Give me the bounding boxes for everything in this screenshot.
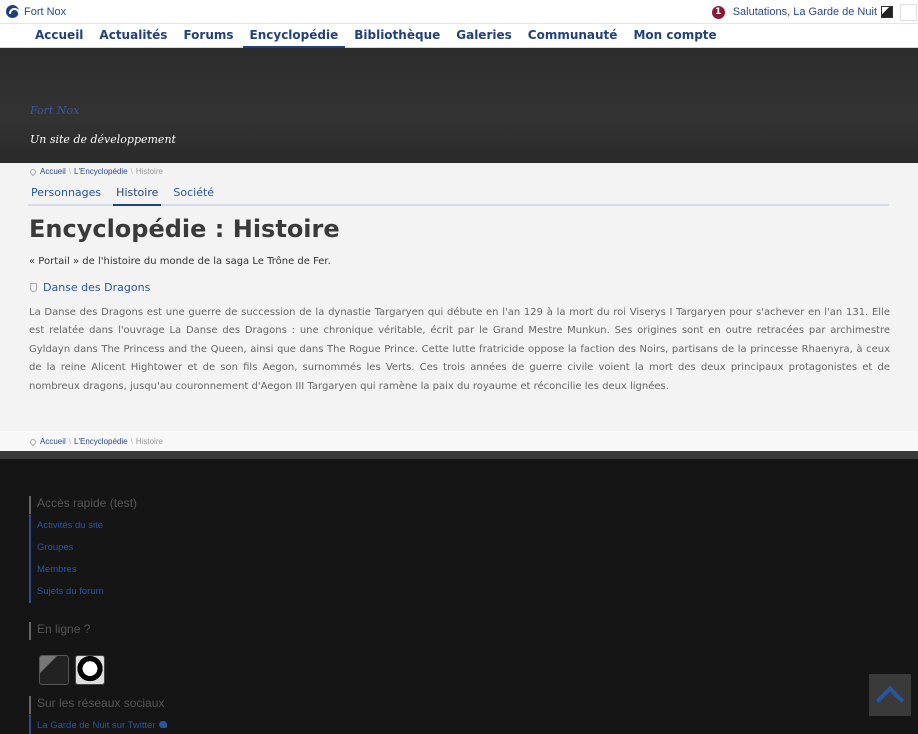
social-title: Sur les réseaux sociaux [37, 696, 165, 710]
dashboard-icon [6, 5, 20, 18]
link-site-activity[interactable]: Activités du site [37, 515, 104, 537]
nav-item-encyclopedie[interactable]: Encyclopédie [242, 24, 346, 48]
breadcrumb-separator: \ [130, 437, 133, 446]
bottom-breadcrumb-bar: Accueil \ L'Encyclopédie \ Histoire [0, 431, 918, 451]
online-users [39, 655, 111, 685]
online-widget: En ligne ? [29, 622, 90, 640]
breadcrumb: Accueil \ L'Encyclopédie \ Histoire [28, 167, 163, 176]
tab-histoire[interactable]: Histoire [113, 184, 162, 206]
breadcrumb-current: Histoire [135, 167, 163, 176]
quick-access-links: Activités du site Groupes Membres Sujets… [29, 515, 104, 603]
page-intro: « Portail » de l'histoire du monde de la… [29, 256, 331, 267]
twitter-icon [158, 721, 167, 728]
breadcrumb-home[interactable]: Accueil [40, 167, 66, 176]
link-forum-topics[interactable]: Sujets du forum [37, 581, 104, 603]
site-name: Fort Nox [24, 5, 67, 18]
shield-icon [30, 283, 37, 292]
site-home-link[interactable]: Fort Nox [6, 5, 66, 18]
admin-bar: Fort Nox 1 Salutations, La Garde de Nuit [0, 0, 918, 24]
breadcrumb-separator: \ [68, 167, 72, 176]
breadcrumb-current: Histoire [135, 437, 163, 446]
breadcrumb-section[interactable]: L'Encyclopédie [74, 437, 128, 446]
breadcrumb-separator: \ [130, 167, 133, 176]
breadcrumb-section[interactable]: L'Encyclopédie [74, 167, 128, 176]
quick-access-widget: Accès rapide (test) [29, 496, 137, 514]
tab-personnages[interactable]: Personnages [28, 184, 104, 206]
online-user-avatar[interactable] [75, 655, 105, 685]
quick-access-title: Accès rapide (test) [37, 496, 138, 510]
page-title: Encyclopédie : Histoire [29, 215, 340, 243]
notification-badge[interactable]: 1 [711, 5, 725, 19]
site-title[interactable]: Fort Nox [30, 104, 79, 117]
online-title: En ligne ? [37, 622, 91, 636]
nav-item-mon-compte[interactable]: Mon compte [626, 24, 723, 48]
account-greeting[interactable]: Salutations, La Garde de Nuit [733, 6, 877, 18]
nav-item-forums[interactable]: Forums [176, 24, 240, 48]
link-members[interactable]: Membres [37, 559, 104, 581]
social-links: La Garde de Nuit sur Twitter [29, 715, 167, 734]
section-paragraph: La Danse des Dragons est une guerre de s… [29, 307, 890, 392]
user-avatar[interactable] [881, 6, 893, 18]
site-header: Fort Nox Un site de développement [0, 48, 918, 163]
social-widget: Sur les réseaux sociaux [29, 696, 164, 714]
twitter-link[interactable]: La Garde de Nuit sur Twitter [37, 715, 167, 734]
online-user-avatar[interactable] [39, 655, 69, 685]
link-groups[interactable]: Groupes [37, 537, 104, 559]
chevron-up-icon [875, 685, 905, 715]
back-to-top-button[interactable] [869, 674, 911, 716]
nav-item-bibliotheque[interactable]: Bibliothèque [347, 24, 447, 48]
encyclopedia-subnav: Personnages Histoire Société [28, 184, 889, 206]
site-description: Un site de développement [30, 133, 176, 146]
search-toggle[interactable] [900, 3, 917, 21]
main-content: Accueil \ L'Encyclopédie \ Histoire Pers… [0, 163, 918, 451]
nav-item-actualites[interactable]: Actualités [92, 24, 174, 48]
nav-item-communaute[interactable]: Communauté [521, 24, 625, 48]
breadcrumb-bottom: Accueil \ L'Encyclopédie \ Histoire [28, 437, 163, 446]
nav-item-galeries[interactable]: Galeries [449, 24, 519, 48]
twitter-link-label: La Garde de Nuit sur Twitter [37, 720, 156, 731]
location-pin-icon [28, 437, 38, 446]
nav-item-accueil[interactable]: Accueil [28, 24, 90, 48]
tab-societe[interactable]: Société [170, 184, 217, 206]
breadcrumb-home[interactable]: Accueil [40, 437, 66, 446]
site-footer: Accès rapide (test) Activités du site Gr… [0, 451, 918, 734]
breadcrumb-separator: \ [68, 437, 72, 446]
main-navigation: Accueil Actualités Forums Encyclopédie B… [0, 24, 918, 48]
section-title[interactable]: Danse des Dragons [43, 281, 150, 294]
section-heading[interactable]: Danse des Dragons [30, 281, 150, 294]
location-pin-icon [28, 167, 38, 176]
